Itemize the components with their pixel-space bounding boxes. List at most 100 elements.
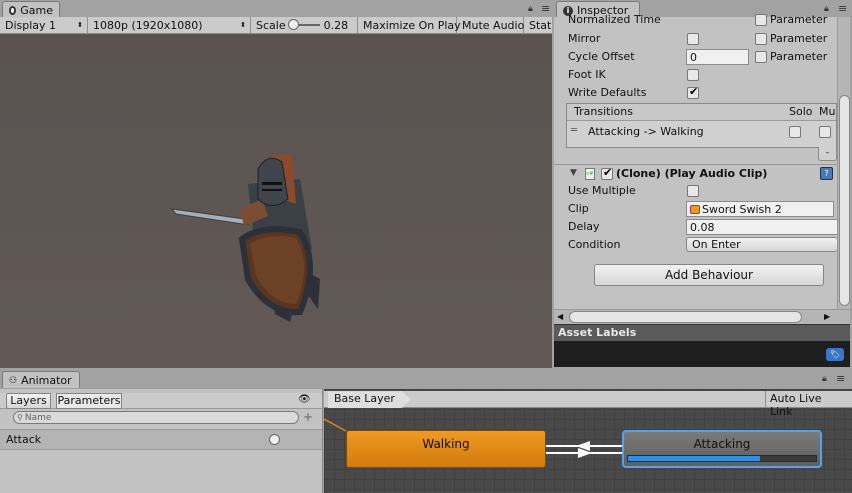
trigger-radio[interactable] — [269, 434, 280, 445]
left-panel-toolbar: Layers Parameters 👁︎ — [0, 393, 322, 409]
write-defaults-label: Write Defaults — [568, 86, 647, 99]
parameter-name: Attack — [6, 433, 42, 446]
cycle-offset-label: Cycle Offset — [568, 50, 635, 63]
scale-slider[interactable] — [287, 19, 320, 30]
delay-field[interactable]: 0.08 — [686, 219, 837, 235]
game-toolbar: Display 1 ⬍ 1080p (1920x1080) ⬍ Scale 0.… — [0, 17, 552, 34]
transitions-list: Transitions Solo Mu ═ Attacking -> Walki… — [566, 103, 837, 148]
animator-icon: ⚇ — [9, 375, 18, 386]
display-value: Display 1 — [5, 18, 57, 32]
asset-labels-title: Asset Labels — [558, 326, 637, 339]
maximize-on-play-label: Maximize On Play — [363, 18, 461, 32]
animator-left-panel: Layers Parameters 👁︎ ⚲ Name + Attack — [0, 389, 323, 493]
scale-label: Scale — [256, 18, 286, 32]
behaviour-enabled-checkbox[interactable] — [601, 166, 613, 180]
remove-transition-button[interactable]: - — [818, 147, 837, 161]
lock-icon[interactable]: 🔒︎ — [822, 374, 827, 384]
inspector-scroll-thumb[interactable] — [839, 95, 850, 306]
mirror-parameter-checkbox[interactable] — [755, 33, 767, 45]
game-view-icon — [9, 6, 17, 15]
condition-label: Condition — [568, 238, 621, 251]
sword-blade — [170, 208, 251, 226]
layers-tab-label: Layers — [10, 394, 47, 407]
tab-game[interactable]: Game — [2, 1, 60, 18]
transition-label: Attacking -> Walking — [588, 125, 704, 138]
add-behaviour-button[interactable]: Add Behaviour — [594, 264, 824, 286]
walking-state-node[interactable]: Walking — [346, 430, 546, 468]
foldout-arrow-icon[interactable]: ▼ — [570, 168, 577, 178]
mirror-checkbox[interactable] — [687, 33, 699, 45]
mute-audio-toggle[interactable]: Mute Audio — [457, 17, 524, 33]
display-dropdown[interactable]: Display 1 ⬍ — [0, 17, 88, 33]
inspector-horizontal-scroll-thumb[interactable] — [569, 311, 802, 323]
menu-icon[interactable]: ≡ — [541, 2, 550, 15]
animator-graph[interactable]: Base Layer Auto Live Link Walking Attack… — [324, 389, 852, 493]
transition-mute-checkbox[interactable] — [819, 126, 831, 138]
layers-tab[interactable]: Layers — [6, 393, 51, 409]
maximize-on-play-toggle[interactable]: Maximize On Play — [358, 17, 461, 33]
scroll-right-icon[interactable]: ▶ — [824, 312, 830, 321]
tab-animator[interactable]: ⚇ Animator — [2, 371, 80, 388]
game-tab-bar: Game 🔒︎ ≡ — [0, 0, 552, 18]
eye-icon[interactable]: 👁︎ — [298, 394, 311, 405]
menu-icon[interactable]: ≡ — [838, 2, 847, 15]
add-parameter-icon[interactable]: + — [303, 410, 313, 424]
script-icon: c# — [585, 168, 595, 180]
parameter-row[interactable]: Attack — [0, 429, 322, 450]
add-behaviour-label: Add Behaviour — [665, 268, 753, 282]
clip-label: Clip — [568, 202, 589, 215]
inspector-scrollbar[interactable] — [837, 17, 850, 309]
use-multiple-checkbox[interactable] — [687, 185, 699, 197]
search-placeholder: Name — [24, 412, 52, 423]
delay-label: Delay — [568, 220, 600, 233]
parameter-search[interactable]: ⚲ Name — [13, 411, 299, 424]
tag-icon[interactable]: 🏷︎ — [826, 348, 844, 361]
cycle-offset-parameter-checkbox[interactable] — [755, 51, 767, 63]
condition-dropdown[interactable]: On Enter — [686, 237, 837, 252]
parameters-tab[interactable]: Parameters — [56, 393, 122, 409]
scale-slider-thumb[interactable] — [287, 19, 299, 30]
foot-ik-checkbox[interactable] — [687, 69, 699, 81]
search-icon: ⚲ — [17, 413, 23, 422]
lock-icon[interactable]: 🔒︎ — [528, 4, 533, 14]
clip-value: Sword Swish 2 — [702, 202, 782, 216]
cycle-offset-parameter-label: Parameter — [770, 50, 828, 63]
game-viewport[interactable] — [0, 34, 552, 368]
clip-field[interactable]: Sword Swish 2 — [686, 201, 834, 217]
transition-solo-checkbox[interactable] — [789, 126, 801, 138]
mirror-parameter-label: Parameter — [770, 32, 828, 45]
menu-icon[interactable]: ≡ — [836, 372, 845, 385]
inspector-horizontal-scrollbar[interactable]: ◀ ▶ — [554, 309, 850, 324]
attacking-state-node[interactable]: Attacking — [622, 430, 822, 468]
asset-labels-area: 🏷︎ — [554, 341, 850, 367]
asset-labels-bar: Asset Labels — [554, 324, 850, 341]
foot-ik-label: Foot IK — [568, 68, 606, 81]
drag-handle-icon[interactable]: ═ — [571, 125, 577, 136]
resolution-dropdown[interactable]: 1080p (1920x1080) ⬍ — [88, 17, 251, 33]
transitions-header: Transitions Solo Mu — [567, 104, 836, 121]
normalized-time-parameter-label: Parameter — [770, 13, 828, 26]
behaviour-title: (Clone) (Play Audio Clip) — [616, 167, 768, 180]
dropdown-arrows-icon: ⬍ — [77, 21, 83, 29]
resolution-value: 1080p (1920x1080) — [93, 18, 203, 32]
attacking-state-label: Attacking — [693, 437, 751, 451]
normalized-time-parameter-checkbox[interactable] — [755, 14, 767, 26]
walking-state-label: Walking — [422, 437, 470, 451]
normalized-time-label: Normalized Time — [568, 13, 661, 26]
write-defaults-checkbox[interactable] — [687, 85, 699, 99]
scroll-left-icon[interactable]: ◀ — [557, 312, 563, 321]
audio-clip-icon — [690, 204, 700, 214]
stats-toggle[interactable]: Stat — [524, 17, 552, 33]
mute-audio-label: Mute Audio — [462, 18, 525, 32]
transitions-header-label: Transitions — [574, 105, 633, 118]
mirror-label: Mirror — [568, 32, 601, 45]
parameters-tab-label: Parameters — [57, 394, 121, 407]
tab-animator-label: Animator — [21, 374, 72, 387]
cycle-offset-field[interactable]: 0 — [686, 49, 749, 65]
scale-control: Scale 0.28 — [251, 17, 358, 33]
transition-row[interactable]: ═ Attacking -> Walking — [567, 122, 836, 146]
animator-tab-bar: ⚇ Animator 🔒︎ ≡ — [0, 370, 852, 389]
helmet-visor — [262, 182, 282, 185]
help-icon[interactable]: ? — [820, 167, 833, 180]
dropdown-arrows-icon: ⬍ — [240, 21, 246, 29]
